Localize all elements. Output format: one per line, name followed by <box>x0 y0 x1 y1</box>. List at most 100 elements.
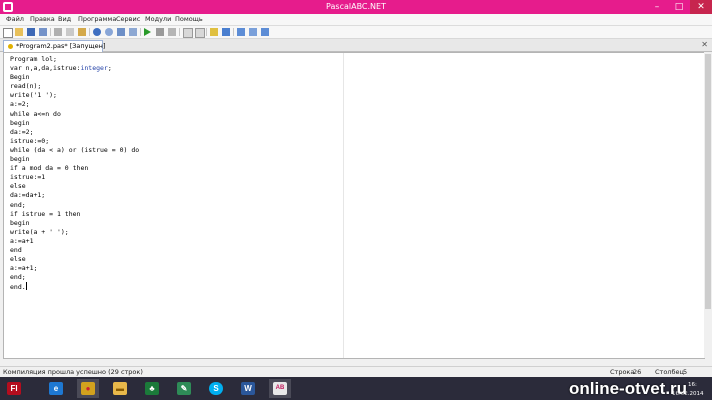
right-margin-line <box>343 53 344 358</box>
status-bar: Компиляция прошла успешно (29 строк) Стр… <box>0 366 712 377</box>
code-line: end <box>10 245 22 254</box>
taskbar-app-pascalabc[interactable]: AB <box>269 379 291 398</box>
tab-strip: *Program2.pas* [Запущен] ✕ <box>0 39 712 52</box>
toolbar-separator <box>50 28 51 36</box>
code-line: begin <box>10 218 30 227</box>
menu-file[interactable]: Файл <box>6 14 24 25</box>
toolbar-separator <box>140 28 141 36</box>
code-line: Program lol; <box>10 55 57 63</box>
code-line: istrue:=1 <box>10 173 46 182</box>
menu-bar: Файл Правка Вид Программа Сервис Модули … <box>0 14 712 26</box>
code-line: while (da < a) or (istrue = 0) do <box>10 145 140 154</box>
stop-icon[interactable] <box>156 28 164 36</box>
close-button[interactable]: ✕ <box>690 0 712 14</box>
notepad-icon: ✎ <box>177 382 191 395</box>
code-line: else <box>10 255 26 264</box>
code-line: da:=2; <box>10 127 34 136</box>
column-label: Столбец <box>655 368 684 376</box>
internet-explorer-icon: e <box>49 382 63 395</box>
code-line: if a mod da = 0 then <box>10 164 89 173</box>
taskbar-app-notepad[interactable]: ✎ <box>173 379 195 398</box>
new-file-icon[interactable] <box>3 28 13 38</box>
code-line: begin <box>10 155 30 164</box>
minimize-button[interactable]: – <box>646 0 668 14</box>
modified-indicator-icon <box>8 44 13 49</box>
toolbar-separator <box>89 28 90 36</box>
tool-icon[interactable] <box>237 28 245 36</box>
code-line: a:=a+1 <box>10 236 34 245</box>
flash-icon: Fl <box>7 382 21 395</box>
menu-edit[interactable]: Правка <box>30 14 55 25</box>
save-icon[interactable] <box>27 28 35 36</box>
skype-icon: S <box>209 382 223 395</box>
taskbar-app-flash[interactable]: Fl <box>3 379 25 398</box>
code-line: end; <box>10 200 26 209</box>
menu-modules[interactable]: Модули <box>145 14 171 25</box>
close-tab-icon[interactable]: ✕ <box>701 39 708 51</box>
code-line: istrue:=0; <box>10 136 50 145</box>
code-line: while a<=n do <box>10 109 61 118</box>
toolbar-separator <box>233 28 234 36</box>
code-editor[interactable]: Program lol; var n,a,da,istrue:integer; … <box>3 52 705 359</box>
folder-icon: ▬ <box>113 382 127 395</box>
code-line: a:=2; <box>10 100 30 109</box>
replace-icon[interactable] <box>129 28 137 36</box>
undo-icon[interactable] <box>93 28 101 36</box>
taskbar-app-ie[interactable]: e <box>45 379 67 398</box>
code-line: begin <box>10 118 30 127</box>
menu-service[interactable]: Сервис <box>116 14 140 25</box>
text-caret <box>25 282 27 291</box>
tab-program2[interactable]: *Program2.pas* [Запущен] <box>3 40 106 52</box>
scrollbar-thumb[interactable] <box>705 54 711 309</box>
code-line: else <box>10 182 26 191</box>
taskbar-app-explorer[interactable]: ▬ <box>109 379 131 398</box>
row-value: 26 <box>633 368 642 376</box>
title-bar: PascalABC.NET – □ ✕ <box>0 0 712 14</box>
output-window-icon[interactable] <box>222 28 230 36</box>
watermark: online-otvet.ru <box>569 379 688 398</box>
pascalabc-icon: AB <box>273 382 287 395</box>
menu-help[interactable]: Помощь <box>175 14 203 25</box>
taskbar-app-word[interactable]: W <box>237 379 259 398</box>
code-text[interactable]: Program lol; var n,a,da,istrue:integer; … <box>10 55 139 291</box>
tab-label: *Program2.pas* [Запущен] <box>16 42 106 50</box>
menu-view[interactable]: Вид <box>58 14 71 25</box>
taskbar-app-chrome[interactable]: ● <box>77 379 99 398</box>
paste-icon[interactable] <box>78 28 86 36</box>
code-line: var n,a,da,istrue:integer; <box>10 64 112 73</box>
maximize-button[interactable]: □ <box>668 0 690 14</box>
vertical-scrollbar[interactable] <box>704 52 712 358</box>
copy-icon[interactable] <box>66 28 74 36</box>
format-icon[interactable] <box>183 28 193 38</box>
code-line: end. <box>10 282 139 291</box>
save-all-icon[interactable] <box>39 28 47 36</box>
word-icon: W <box>241 382 255 395</box>
compile-icon[interactable] <box>168 28 176 36</box>
status-message: Компиляция прошла успешно (29 строк) <box>3 368 143 376</box>
code-line-text: end. <box>10 283 26 292</box>
taskbar-app-skype[interactable]: S <box>205 379 227 398</box>
cut-icon[interactable] <box>54 28 62 36</box>
tool3-icon[interactable] <box>261 28 269 36</box>
debug-step-icon[interactable] <box>195 28 205 38</box>
window-title: PascalABC.NET <box>326 2 386 11</box>
code-line: write(a + ' '); <box>10 227 69 236</box>
redo-icon[interactable] <box>105 28 113 36</box>
code-line: end; <box>10 273 26 282</box>
tool2-icon[interactable] <box>249 28 257 36</box>
code-line: read(n); <box>10 82 42 91</box>
toolbar-separator <box>179 28 180 36</box>
clock-time[interactable]: 16: <box>688 381 697 389</box>
debug-into-icon[interactable] <box>210 28 218 36</box>
code-line: if istrue = 1 then <box>10 209 81 218</box>
open-icon[interactable] <box>15 28 23 36</box>
chrome-icon: ● <box>81 382 95 395</box>
taskbar-app-solitaire[interactable]: ♣ <box>141 379 163 398</box>
code-line: Begin <box>10 73 30 82</box>
find-icon[interactable] <box>117 28 125 36</box>
code-line: write('1 '); <box>10 91 57 100</box>
toolbar-separator <box>206 28 207 36</box>
menu-program[interactable]: Программа <box>78 14 116 25</box>
run-icon[interactable] <box>144 28 151 36</box>
solitaire-icon: ♣ <box>145 382 159 395</box>
